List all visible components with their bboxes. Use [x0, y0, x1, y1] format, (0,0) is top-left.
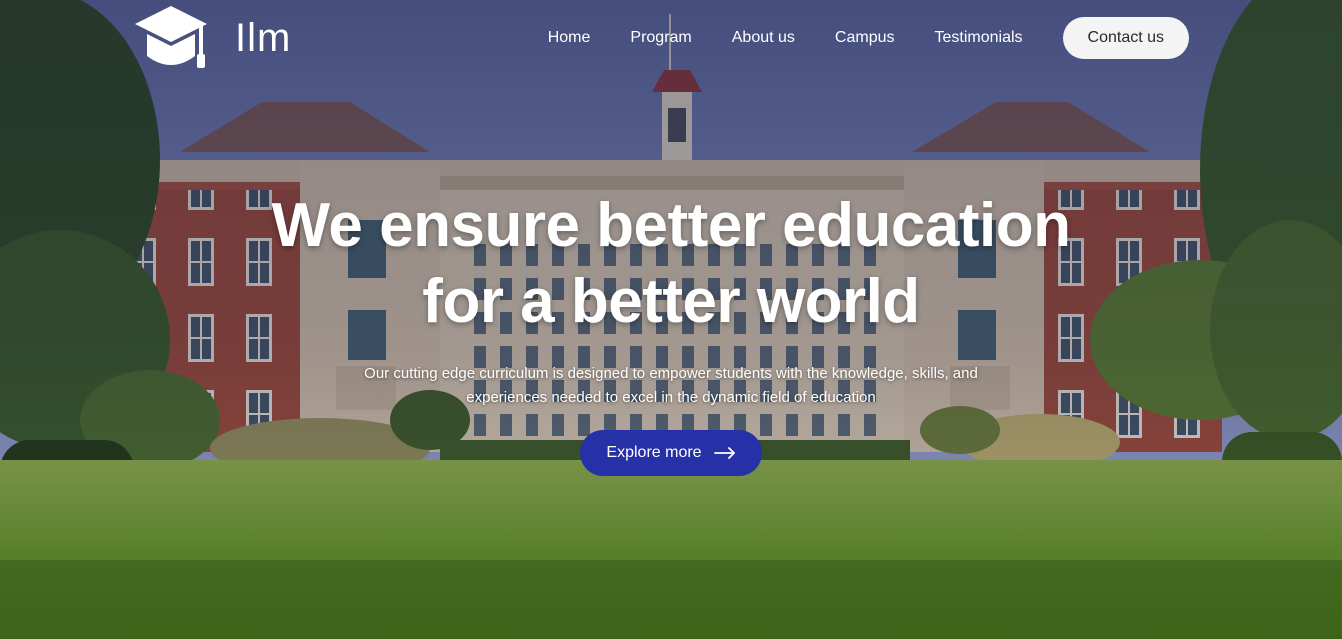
navbar: Ilm Home Program About us Campus Testimo… — [0, 0, 1342, 76]
hero-title: We ensure better education for a better … — [221, 188, 1121, 340]
hero-title-line-1: We ensure better education — [271, 191, 1071, 260]
nav-item: About us — [732, 29, 795, 47]
nav-item: Home — [548, 29, 591, 47]
contact-us-button[interactable]: Contact us — [1062, 17, 1189, 59]
hero-section: We ensure better education for a better … — [0, 188, 1342, 476]
nav-item: Program — [630, 29, 691, 47]
nav-link-program[interactable]: Program — [630, 29, 691, 46]
nav-item: Testimonials — [934, 29, 1022, 47]
nav-link-testimonials[interactable]: Testimonials — [934, 29, 1022, 46]
nav-item: Campus — [835, 29, 895, 47]
nav-link-home[interactable]: Home — [548, 29, 591, 46]
arrow-right-icon — [713, 447, 735, 459]
explore-more-button[interactable]: Explore more — [580, 430, 762, 476]
hero-title-line-2: for a better world — [422, 267, 920, 336]
graduation-cap-icon — [135, 6, 207, 68]
brand-logo[interactable]: Ilm — [133, 4, 291, 72]
explore-more-label: Explore more — [606, 444, 702, 461]
hero-subtitle: Our cutting edge curriculum is designed … — [364, 365, 978, 406]
nav-menu: Home Program About us Campus Testimonial… — [548, 0, 1189, 76]
nav-item: Contact us — [1062, 17, 1189, 59]
nav-link-about-us[interactable]: About us — [732, 29, 795, 46]
nav-link-campus[interactable]: Campus — [835, 29, 895, 46]
brand-name: Ilm — [235, 16, 292, 60]
